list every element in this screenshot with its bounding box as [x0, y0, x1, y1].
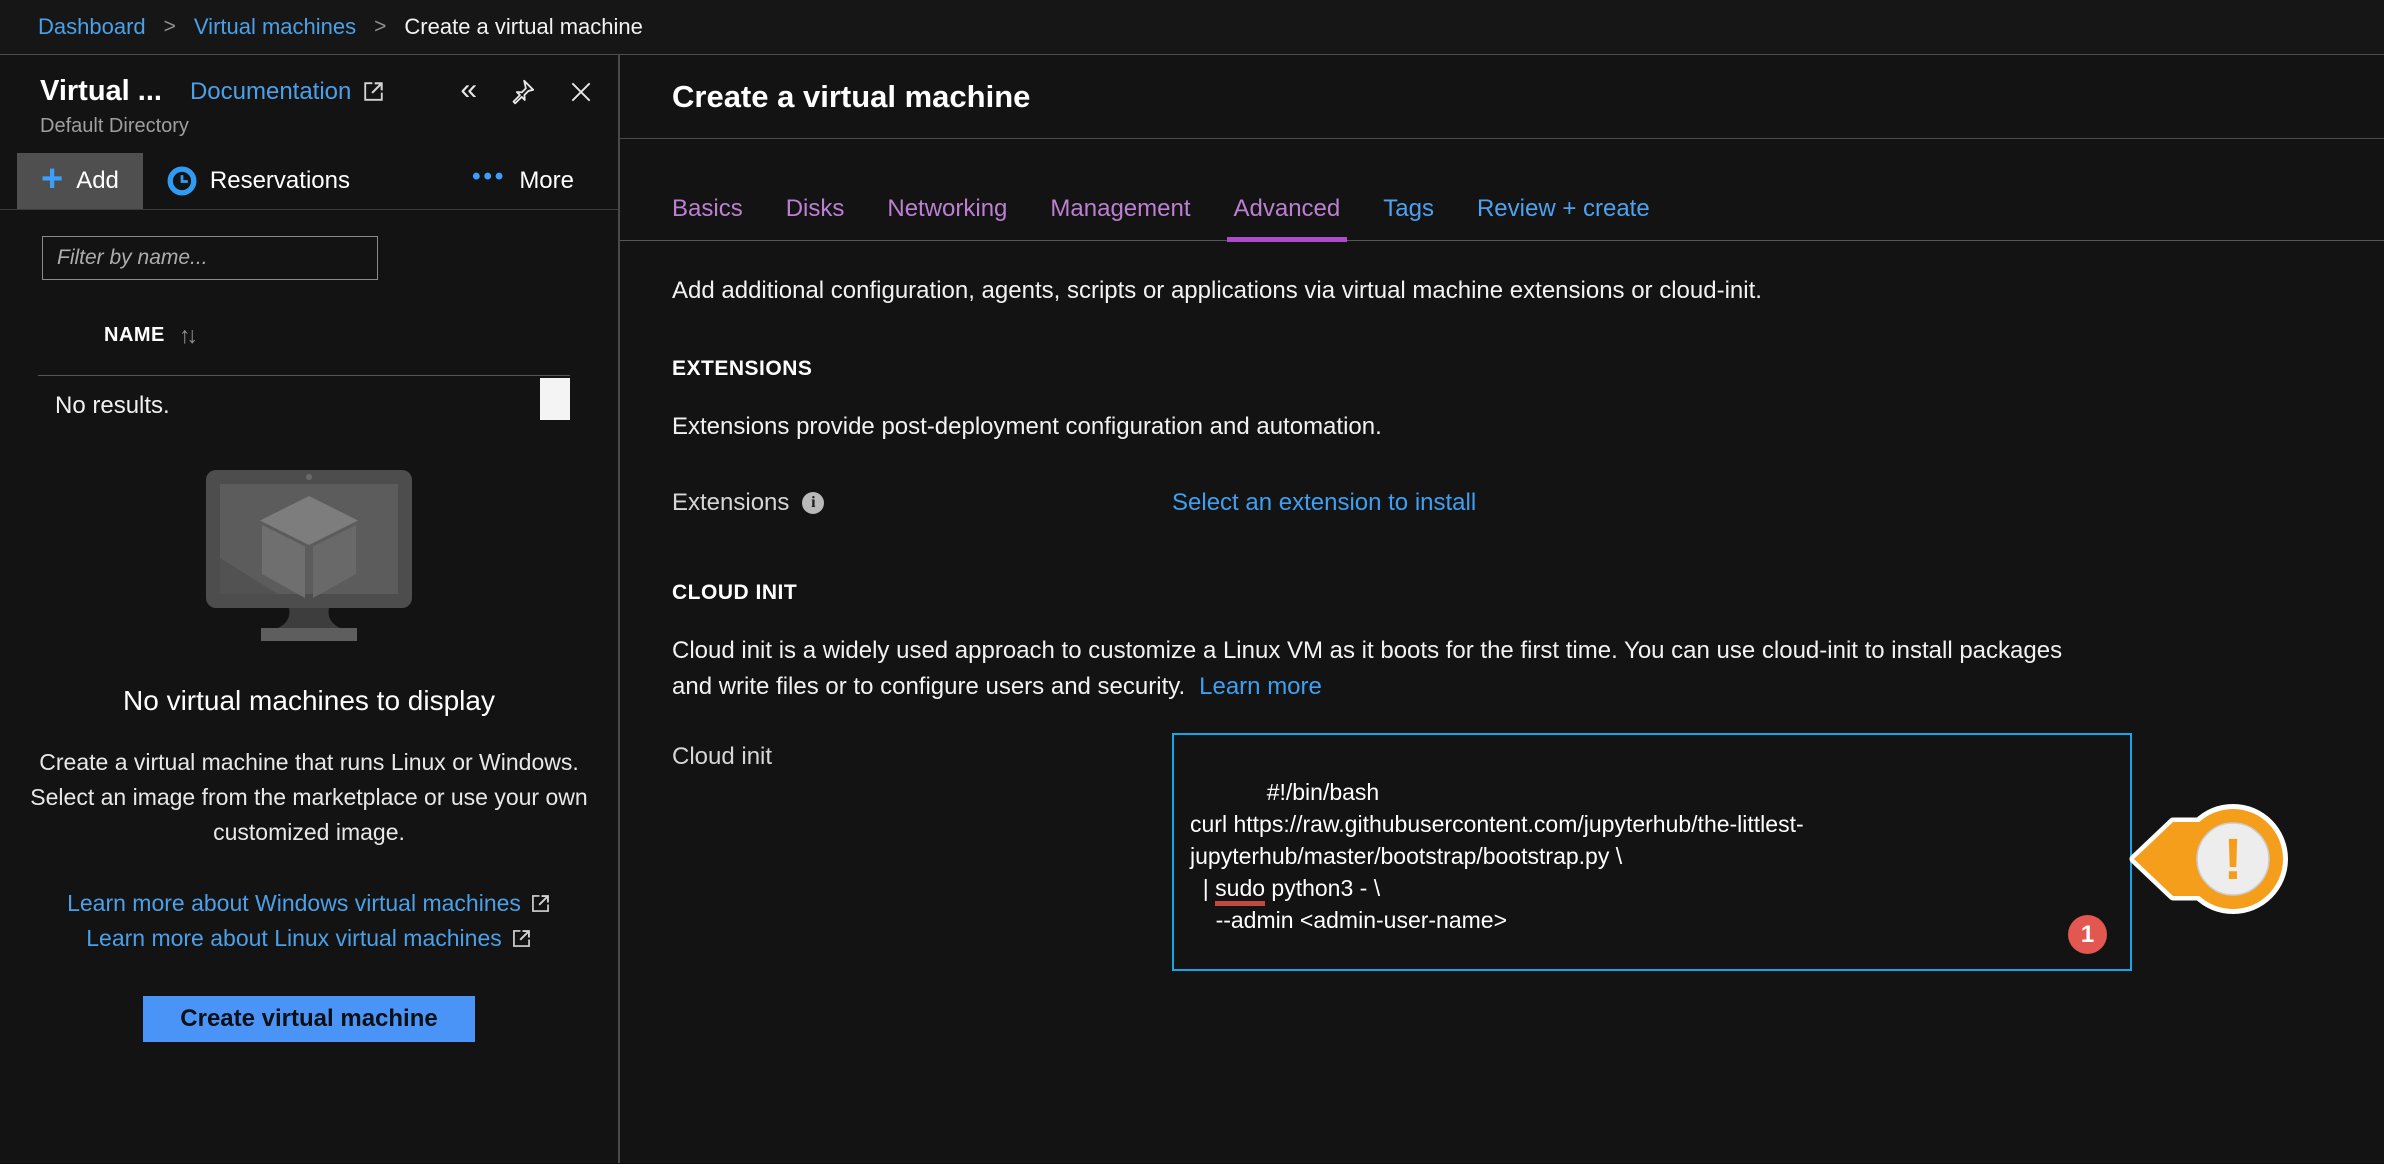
more-button[interactable]: ••• More [448, 153, 574, 209]
list-divider [38, 375, 570, 376]
collapse-panel-icon[interactable]: « [460, 75, 477, 105]
cloud-init-section-heading: CLOUD INIT [672, 581, 2132, 605]
learn-more-windows-label: Learn more about Windows virtual machine… [67, 886, 521, 921]
scrollbar-thumb[interactable] [540, 378, 570, 420]
virtual-machines-panel: Virtual ... Documentation « Default Dire… [0, 55, 620, 1163]
learn-more-linux-label: Learn more about Linux virtual machines [86, 921, 502, 956]
create-vm-main: Create a virtual machine Basics Disks Ne… [620, 55, 2384, 1163]
tab-advanced[interactable]: Advanced [1234, 195, 1341, 240]
extensions-field-row: Extensions i Select an extension to inst… [672, 489, 2132, 517]
more-button-label: More [519, 167, 574, 195]
tab-disks[interactable]: Disks [786, 195, 845, 240]
external-link-icon [511, 928, 532, 949]
ellipsis-icon: ••• [472, 163, 506, 191]
breadcrumb-separator: > [164, 15, 176, 39]
warning-annotation: ! [2128, 795, 2296, 927]
list-header: NAME ↑↓ [0, 322, 618, 349]
name-column-header[interactable]: NAME [104, 324, 165, 347]
page-title: Create a virtual machine [672, 79, 1030, 115]
learn-more-link[interactable]: Learn more [1199, 673, 1322, 700]
breadcrumb-current: Create a virtual machine [404, 14, 642, 40]
advanced-tab-content: Add additional configuration, agents, sc… [620, 277, 2132, 971]
panel-title: Virtual ... [40, 75, 162, 108]
cloud-init-editor-wrap: #!/bin/bash curl https://raw.githubuserc… [1172, 733, 2132, 971]
external-link-icon [362, 80, 385, 103]
pin-icon[interactable] [509, 78, 536, 105]
empty-state-links: Learn more about Windows virtual machine… [0, 886, 618, 956]
clock-icon [167, 166, 197, 196]
panel-header-icons: « [460, 78, 594, 105]
annotation-badge-1: 1 [2068, 915, 2107, 954]
tab-basics[interactable]: Basics [672, 195, 743, 240]
main-header: Create a virtual machine [620, 55, 2384, 139]
breadcrumb-separator: > [374, 15, 386, 39]
exclamation-icon: ! [2223, 827, 2242, 892]
cloud-init-label-text: Cloud init [672, 743, 772, 771]
breadcrumb: Dashboard > Virtual machines > Create a … [0, 0, 2384, 55]
cloud-init-input[interactable]: #!/bin/bash curl https://raw.githubuserc… [1172, 733, 2132, 971]
directory-subtitle: Default Directory [0, 115, 618, 138]
extensions-field-label: Extensions i [672, 489, 1172, 517]
tab-bar: Basics Disks Networking Management Advan… [620, 195, 2384, 241]
extensions-section-description: Extensions provide post-deployment confi… [672, 409, 2092, 445]
tab-networking[interactable]: Networking [887, 195, 1007, 240]
extensions-label-text: Extensions [672, 489, 789, 517]
documentation-link-label: Documentation [190, 78, 351, 106]
add-button-label: Add [76, 167, 119, 195]
info-icon[interactable]: i [802, 492, 824, 514]
empty-state-title: No virtual machines to display [0, 685, 618, 717]
select-extension-link[interactable]: Select an extension to install [1172, 489, 1476, 517]
close-panel-icon[interactable] [568, 79, 594, 105]
cloud-init-section-description: Cloud init is a widely used approach to … [672, 633, 2092, 705]
tab-review-create[interactable]: Review + create [1477, 195, 1650, 240]
empty-state-description: Create a virtual machine that runs Linux… [29, 745, 589, 850]
reservations-button-label: Reservations [210, 167, 350, 195]
learn-more-linux-link[interactable]: Learn more about Linux virtual machines [86, 921, 532, 956]
documentation-link[interactable]: Documentation [190, 78, 385, 106]
advanced-intro-text: Add additional configuration, agents, sc… [672, 277, 2132, 305]
breadcrumb-link-dashboard[interactable]: Dashboard [38, 14, 146, 40]
create-virtual-machine-button[interactable]: Create virtual machine [143, 996, 475, 1042]
tab-management[interactable]: Management [1050, 195, 1190, 240]
filter-input[interactable] [42, 236, 378, 280]
panel-header: Virtual ... Documentation « [0, 55, 618, 108]
breadcrumb-link-virtual-machines[interactable]: Virtual machines [194, 14, 356, 40]
cloud-init-field-label: Cloud init [672, 743, 1172, 771]
no-results-text: No results. [55, 392, 618, 420]
external-link-icon [530, 893, 551, 914]
plus-icon: + [41, 160, 63, 198]
vm-toolbar: + Add Reservations ••• More [0, 153, 618, 210]
add-button[interactable]: + Add [17, 153, 143, 209]
learn-more-windows-link[interactable]: Learn more about Windows virtual machine… [67, 886, 551, 921]
cloud-init-script: #!/bin/bash curl https://raw.githubuserc… [1190, 779, 1804, 933]
empty-state: No virtual machines to display Create a … [0, 466, 618, 1042]
extensions-section-heading: EXTENSIONS [672, 357, 2132, 381]
cloud-init-field-row: Cloud init #!/bin/bash curl https://raw.… [672, 733, 2132, 971]
cloud-init-description-text: Cloud init is a widely used approach to … [672, 637, 2062, 700]
reservations-button[interactable]: Reservations [143, 153, 374, 209]
sort-icon: ↑↓ [179, 322, 194, 349]
vm-monitor-illustration [194, 466, 424, 655]
tab-tags[interactable]: Tags [1383, 195, 1434, 240]
